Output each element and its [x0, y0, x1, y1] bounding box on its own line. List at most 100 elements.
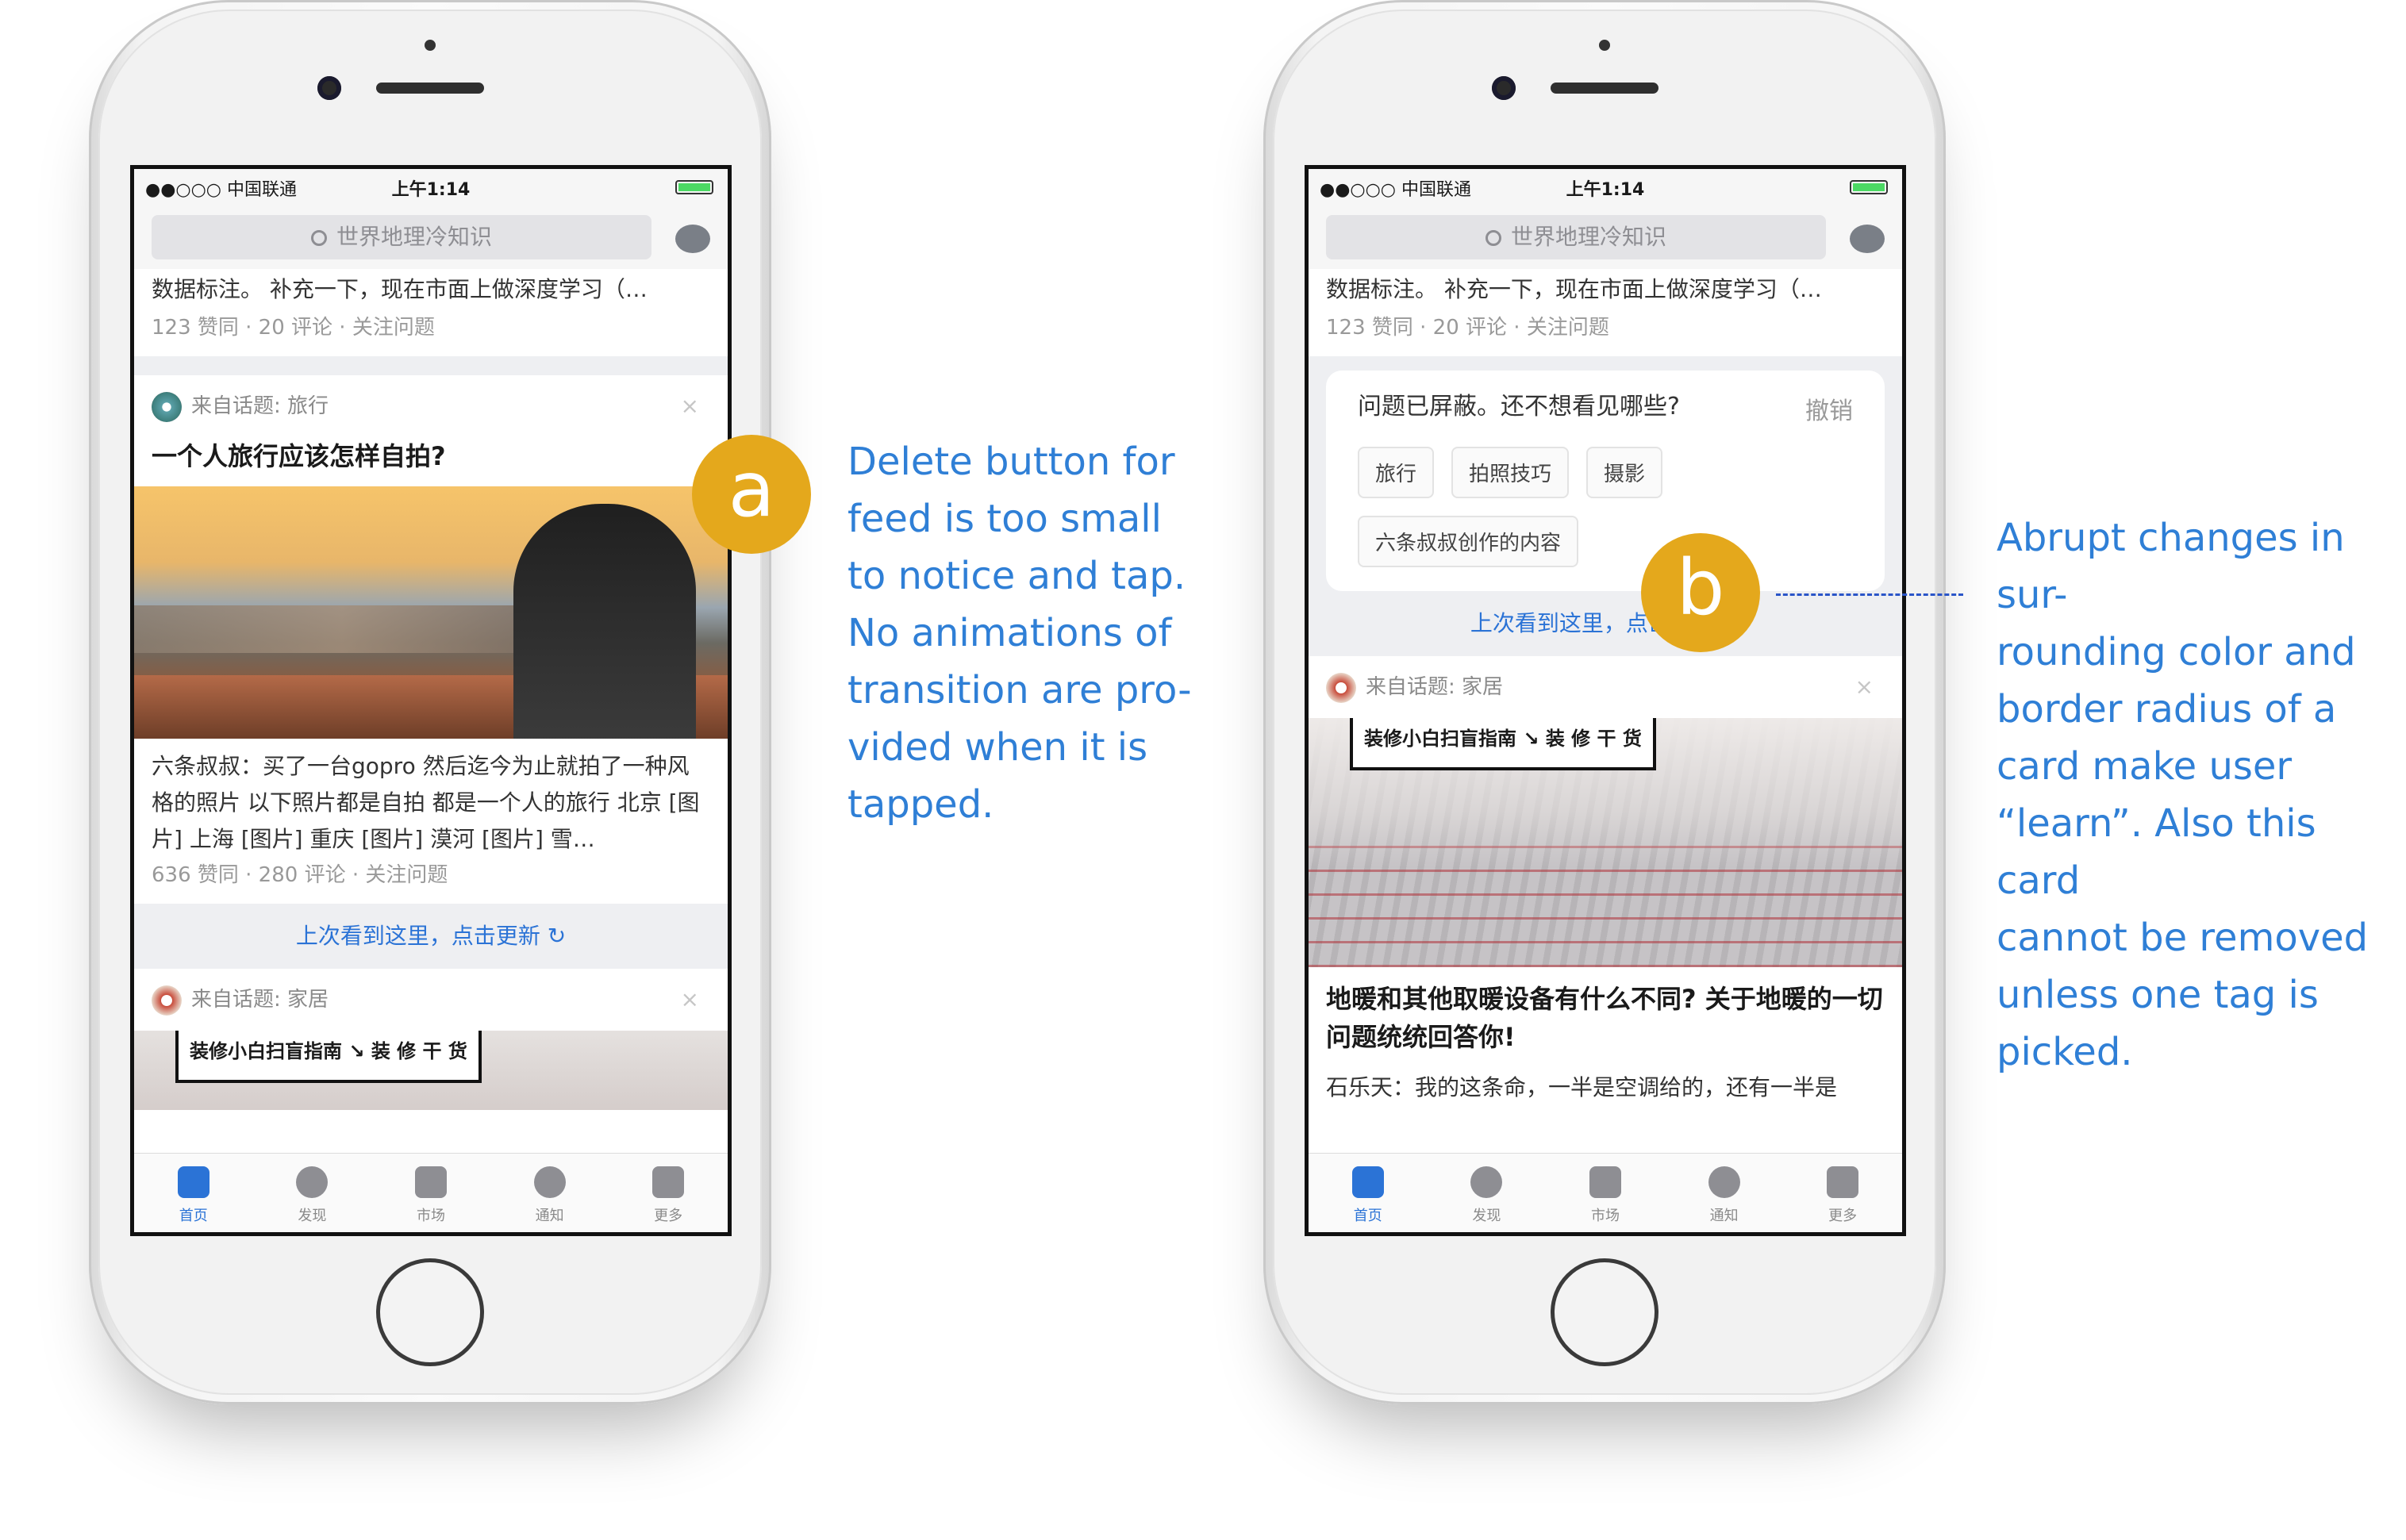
note-line: rounding color and	[1997, 630, 2356, 674]
topic-avatar	[1326, 672, 1356, 703]
tab-discover[interactable]: 发现	[253, 1154, 372, 1232]
topic-label: 来自话题: 家居	[1366, 675, 1504, 699]
compass-icon	[1470, 1166, 1503, 1198]
note-line: feed is too small	[847, 497, 1162, 541]
tag-chip[interactable]: 旅行	[1358, 447, 1435, 498]
search-placeholder: 世界地理冷知识	[336, 224, 492, 250]
close-icon[interactable]: ×	[1855, 656, 1874, 718]
earpiece-speaker	[1551, 83, 1658, 94]
clock: 上午1:14	[1566, 180, 1645, 200]
front-camera	[317, 76, 341, 100]
note-line: “learn”. Also this card	[1997, 801, 2316, 903]
card-meta: 636 赞同 · 280 评论 · 关注问题	[152, 863, 448, 887]
home-button[interactable]	[1551, 1258, 1658, 1366]
search-input[interactable]: 世界地理冷知识	[152, 215, 651, 259]
topic-avatar	[152, 391, 182, 422]
tag-chip[interactable]: 拍照技巧	[1451, 447, 1570, 498]
note-line: unless one tag is	[1997, 973, 2319, 1017]
answer-excerpt: 数据标注。 补充一下，现在市面上做深度学习（…	[1326, 276, 1822, 302]
front-camera	[1492, 76, 1516, 100]
feed-card-travel[interactable]: 来自话题: 旅行 × 一个人旅行应该怎样自拍? 六条叔叔：买了一台gopro 然…	[134, 375, 728, 904]
note-line: Abrupt changes in sur-	[1997, 516, 2345, 617]
feed: 数据标注。 补充一下，现在市面上做深度学习（… 123 赞同 · 20 评论 ·…	[134, 269, 728, 1153]
annotation-badge-b: b	[1641, 533, 1760, 652]
tab-label: 发现	[1472, 1208, 1501, 1224]
store-icon	[414, 1166, 447, 1198]
blocked-feedback-card: 问题已屏蔽。还不想看见哪些? 撤销 旅行 拍照技巧 摄影 六条叔叔创作的内容	[1326, 371, 1885, 591]
tag-chip[interactable]: 摄影	[1586, 447, 1663, 498]
close-icon[interactable]: ×	[681, 969, 699, 1031]
image-label: 装修小白扫盲指南 ↘ 装 修 干 货	[1350, 718, 1656, 770]
status-bar: ●●○○○ 中国联通 上午1:14	[134, 169, 728, 204]
search-input[interactable]: 世界地理冷知识	[1326, 215, 1826, 259]
note-line: to notice and tap.	[847, 554, 1186, 598]
topic-avatar	[152, 985, 182, 1016]
thumbnail-label: 装修小白扫盲指南 ↘ 装 修 干 货	[175, 1031, 482, 1083]
home-feed-icon	[177, 1166, 209, 1198]
tab-label: 发现	[298, 1208, 327, 1224]
message-icon[interactable]	[675, 225, 710, 253]
battery-icon	[1850, 180, 1888, 194]
tab-notifications[interactable]: 通知	[490, 1154, 609, 1232]
feed-card-partial[interactable]: 数据标注。 补充一下，现在市面上做深度学习（… 123 赞同 · 20 评论 ·…	[134, 269, 728, 356]
menu-icon	[652, 1166, 685, 1198]
home-feed-icon	[1351, 1166, 1384, 1198]
feed-card-home[interactable]: 来自话题: 家居 × 装修小白扫盲指南 ↘ 装 修 干 货 地暖和其他取暖设备有…	[1309, 656, 1902, 1108]
tab-more[interactable]: 更多	[1783, 1154, 1902, 1232]
undo-button[interactable]: 撤销	[1805, 391, 1853, 426]
heating-floor-image: 装修小白扫盲指南 ↘ 装 修 干 货	[1309, 718, 1902, 967]
topic-source: 来自话题: 家居 ×	[152, 969, 710, 1031]
proximity-sensor	[425, 40, 436, 51]
tab-discover[interactable]: 发现	[1428, 1154, 1547, 1232]
tag-chip[interactable]: 六条叔叔创作的内容	[1358, 516, 1579, 567]
screen-left: ●●○○○ 中国联通 上午1:14 世界地理冷知识 数据标注。 补充一下，现在市…	[130, 165, 732, 1236]
topic-label: 来自话题: 家居	[191, 988, 329, 1012]
search-bar: 世界地理冷知识	[134, 204, 728, 269]
note-line: transition are pro-	[847, 668, 1192, 712]
feed: 数据标注。 补充一下，现在市面上做深度学习（… 123 赞同 · 20 评论 ·…	[1309, 269, 1902, 1153]
annotation-connector	[1776, 593, 1963, 596]
note-line: picked.	[1997, 1030, 2133, 1074]
tab-home[interactable]: 首页	[1309, 1154, 1428, 1232]
photo-skyline	[134, 605, 550, 653]
phone-frame-right: ●●○○○ 中国联通 上午1:14 世界地理冷知识 数据标注。 补充一下，现在市…	[1263, 0, 1946, 1404]
photo-person	[513, 504, 696, 739]
compass-icon	[296, 1166, 329, 1198]
article-thumbnail: 装修小白扫盲指南 ↘ 装 修 干 货	[134, 1031, 728, 1110]
question-title[interactable]: 一个人旅行应该怎样自拍?	[152, 437, 710, 486]
home-button[interactable]	[376, 1258, 484, 1366]
tab-market[interactable]: 市场	[371, 1154, 490, 1232]
bell-icon	[1708, 1166, 1740, 1198]
tab-notifications[interactable]: 通知	[1665, 1154, 1784, 1232]
note-line: cannot be removed	[1997, 916, 2369, 960]
earpiece-speaker	[376, 83, 484, 94]
tab-bar: 首页 发现 市场 通知 更多	[134, 1153, 728, 1232]
message-icon[interactable]	[1850, 225, 1885, 253]
question-title[interactable]: 地暖和其他取暖设备有什么不同? 关于地暖的一切问题统统回答你!	[1326, 967, 1885, 1067]
feed-card-home[interactable]: 来自话题: 家居 × 装修小白扫盲指南 ↘ 装 修 干 货	[134, 969, 728, 1110]
note-line: vided when it is	[847, 725, 1148, 770]
refresh-link[interactable]: 上次看到这里，点击更新 ↻	[1326, 591, 1885, 656]
answer-excerpt: 数据标注。 补充一下，现在市面上做深度学习（…	[152, 276, 648, 302]
close-icon[interactable]: ×	[681, 375, 699, 437]
tab-market[interactable]: 市场	[1546, 1154, 1665, 1232]
annotation-note-b: Abrupt changes in sur- rounding color an…	[1997, 509, 2406, 1081]
tab-label: 通知	[535, 1208, 564, 1224]
tab-more[interactable]: 更多	[609, 1154, 728, 1232]
card-meta: 123 赞同 · 20 评论 · 关注问题	[152, 316, 435, 340]
blocked-title: 问题已屏蔽。还不想看见哪些?	[1358, 393, 1680, 421]
menu-icon	[1827, 1166, 1859, 1198]
card-meta: 123 赞同 · 20 评论 · 关注问题	[1326, 316, 1609, 340]
tab-home[interactable]: 首页	[134, 1154, 253, 1232]
annotation-badge-a: a	[692, 435, 811, 554]
tab-label: 市场	[416, 1208, 445, 1224]
refresh-link[interactable]: 上次看到这里，点击更新 ↻	[134, 904, 728, 969]
note-line: tapped.	[847, 782, 994, 827]
battery-icon	[675, 180, 713, 194]
bell-icon	[533, 1166, 566, 1198]
note-line: Delete button for	[847, 440, 1175, 484]
topic-source: 来自话题: 旅行 ×	[152, 375, 710, 437]
annotation-note-a: Delete button for feed is too small to n…	[847, 433, 1192, 833]
answer-excerpt: 六条叔叔：买了一台gopro 然后迄今为止就拍了一种风格的照片 以下照片都是自拍…	[152, 753, 700, 852]
feed-card-partial[interactable]: 数据标注。 补充一下，现在市面上做深度学习（… 123 赞同 · 20 评论 ·…	[1309, 269, 1902, 356]
